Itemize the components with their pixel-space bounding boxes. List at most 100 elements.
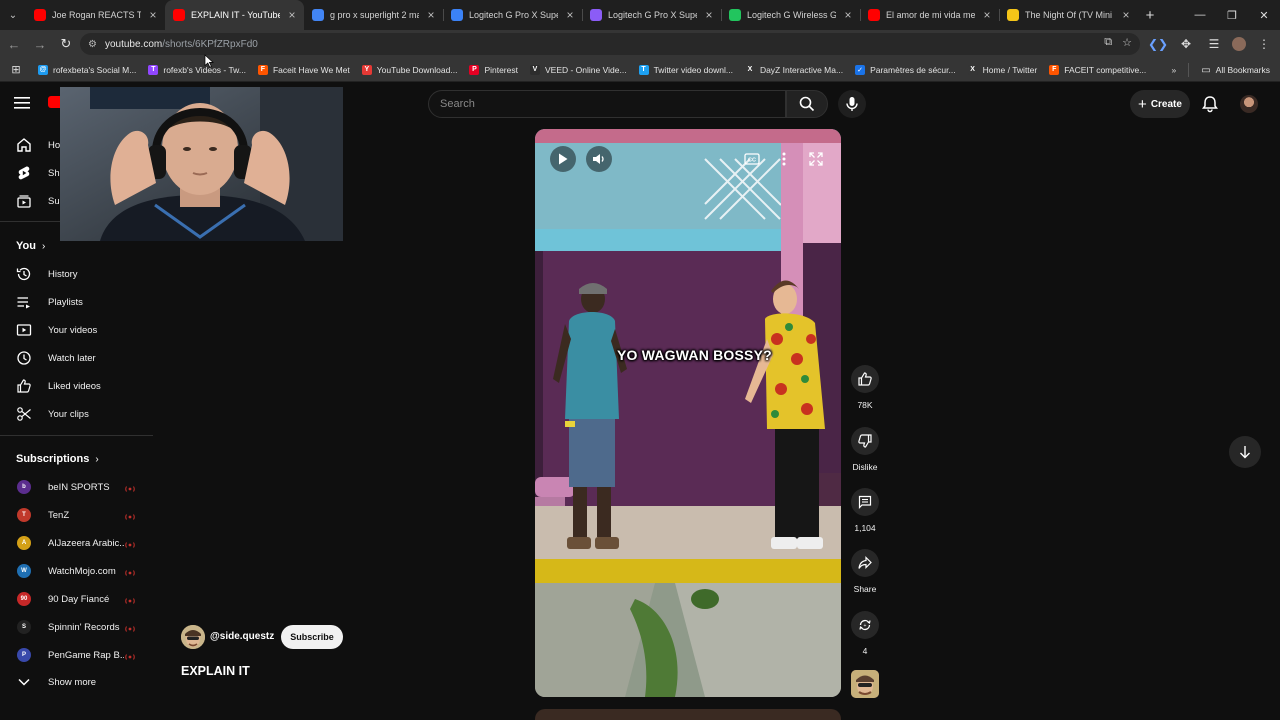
more-options-button[interactable]: [773, 146, 795, 172]
fullscreen-button[interactable]: [805, 146, 827, 172]
subscription-item[interactable]: P PenGame Rap B...: [0, 641, 153, 669]
subscription-item[interactable]: 90 90 Day Fiancé: [0, 585, 153, 613]
live-indicator-icon: [125, 540, 135, 548]
bookmark-item[interactable]: X DayZ Interactive Ma...: [739, 64, 849, 75]
bookmark-item[interactable]: @ rofexbeta's Social M...: [32, 64, 142, 75]
subscription-name: TenZ: [48, 509, 70, 521]
bookmark-item[interactable]: ✓ Paramètres de sécur...: [849, 64, 962, 75]
browser-tab[interactable]: Logitech G Pro X Superlig ×: [582, 0, 721, 30]
comments-button[interactable]: [851, 488, 879, 516]
notifications-bell-icon[interactable]: [1200, 94, 1220, 114]
browser-tab[interactable]: EXPLAIN IT - YouTube ×: [165, 0, 304, 30]
like-button[interactable]: [851, 365, 879, 393]
tab-close-icon[interactable]: ×: [564, 8, 576, 22]
next-short-button[interactable]: [1229, 436, 1261, 468]
browser-menu-icon[interactable]: ⋮: [1254, 37, 1274, 51]
subscriptions-icon: [16, 193, 32, 209]
voice-search-button[interactable]: [838, 90, 866, 118]
dislike-action: Dislike: [849, 427, 881, 472]
tab-close-icon[interactable]: ×: [842, 8, 854, 22]
remix-button[interactable]: +: [851, 611, 879, 639]
subscription-item[interactable]: W WatchMojo.com: [0, 557, 153, 585]
browser-tab[interactable]: Logitech G Pro X Superlig ×: [443, 0, 582, 30]
browser-tab[interactable]: g pro x superlight 2 marc ×: [304, 0, 443, 30]
tab-close-icon[interactable]: ×: [425, 8, 437, 22]
profile-avatar[interactable]: [1232, 37, 1246, 51]
bookmark-item[interactable]: Y YouTube Download...: [356, 64, 464, 75]
browser-tab[interactable]: El amor de mi vida me in ×: [860, 0, 999, 30]
subscription-item[interactable]: b beIN SPORTS: [0, 473, 153, 501]
browser-tab[interactable]: The Night Of (TV Mini Se ×: [999, 0, 1138, 30]
channel-avatar[interactable]: [181, 625, 205, 649]
extensions-puzzle-icon[interactable]: ✥: [1176, 37, 1196, 51]
new-tab-button[interactable]: +: [1138, 0, 1162, 30]
play-button[interactable]: [550, 146, 576, 172]
browser-tab[interactable]: Logitech G Wireless Gam ×: [721, 0, 860, 30]
search-icon: [799, 96, 815, 112]
webcam-overlay: [60, 87, 343, 241]
tab-close-icon[interactable]: ×: [286, 8, 298, 22]
subscribe-button[interactable]: Subscribe: [281, 625, 343, 649]
back-button[interactable]: ←: [2, 32, 26, 56]
subscription-item[interactable]: T TenZ: [0, 501, 153, 529]
sidebar-item-liked-videos[interactable]: Liked videos: [0, 372, 153, 400]
subscription-item[interactable]: S Spinnin' Records: [0, 613, 153, 641]
bookmark-item[interactable]: P Pinterest: [463, 64, 524, 75]
share-action: Share: [849, 549, 881, 594]
close-window-button[interactable]: ✕: [1248, 0, 1280, 30]
minimize-button[interactable]: —: [1184, 0, 1216, 30]
bookmark-item[interactable]: V VEED - Online Vide...: [524, 64, 633, 75]
tab-close-icon[interactable]: ×: [703, 8, 715, 22]
install-app-icon[interactable]: ⧉: [1104, 36, 1112, 49]
bookmark-label: FACEIT competitive...: [1064, 64, 1147, 75]
sidebar-item-your-clips[interactable]: Your clips: [0, 400, 153, 428]
sidebar-item-your-videos[interactable]: Your videos: [0, 316, 153, 344]
bookmark-item[interactable]: F FACEIT competitive...: [1043, 64, 1152, 75]
bookmark-item[interactable]: Trofexb's Videos - Tw...: [142, 64, 252, 75]
bookmark-star-icon[interactable]: ☆: [1122, 36, 1132, 49]
apps-grid-icon[interactable]: ⊞: [6, 63, 26, 76]
channel-avatar: A: [17, 536, 31, 550]
site-info-icon[interactable]: ⚙: [88, 39, 97, 50]
plus-icon: +: [1138, 95, 1147, 113]
media-controls-icon[interactable]: ☰: [1204, 37, 1224, 51]
sidebar-item-history[interactable]: History: [0, 260, 153, 288]
forward-button[interactable]: →: [28, 32, 52, 56]
search-button[interactable]: [786, 90, 828, 118]
dislike-button[interactable]: [851, 427, 879, 455]
sidebar-item-watch-later[interactable]: Watch later: [0, 344, 153, 372]
account-avatar[interactable]: [1240, 95, 1258, 113]
bookmark-item[interactable]: T Twitter video downl...: [633, 64, 739, 75]
subscriptions-section-header[interactable]: Subscriptions ›: [16, 453, 99, 465]
volume-button[interactable]: [586, 146, 612, 172]
show-more-button[interactable]: Show more: [0, 668, 153, 696]
tab-close-icon[interactable]: ×: [1120, 8, 1132, 22]
tab-search-button[interactable]: ⌄: [0, 0, 26, 30]
subscription-name: WatchMojo.com: [48, 565, 116, 577]
more-bookmarks-icon[interactable]: »: [1171, 65, 1176, 75]
reload-button[interactable]: ↻: [54, 32, 78, 56]
tab-close-icon[interactable]: ×: [981, 8, 993, 22]
all-bookmarks-folder[interactable]: ▭ All Bookmarks: [1201, 65, 1270, 76]
restore-button[interactable]: ❐: [1216, 0, 1248, 30]
subscription-item[interactable]: A AlJazeera Arabic...: [0, 529, 153, 557]
next-short-preview[interactable]: [535, 709, 841, 720]
browser-tab[interactable]: Joe Rogan REACTS TO Ru ×: [26, 0, 165, 30]
you-section-header[interactable]: You ›: [16, 240, 45, 252]
sound-source-thumbnail[interactable]: [849, 670, 881, 698]
create-button[interactable]: + Create: [1130, 90, 1190, 118]
bookmark-item[interactable]: F Faceit Have We Met: [252, 64, 356, 75]
sidebar-item-playlists[interactable]: Playlists: [0, 288, 153, 316]
channel-handle[interactable]: @side.questz: [210, 631, 274, 642]
share-button[interactable]: [851, 549, 879, 577]
home-icon: [16, 137, 32, 153]
address-bar[interactable]: ⚙ youtube.com/shorts/6KPfZRpxFd0 ⧉ ☆: [80, 33, 1140, 55]
tab-close-icon[interactable]: ×: [147, 8, 159, 22]
tab-title: Logitech G Wireless Gam: [747, 10, 836, 20]
shorts-player[interactable]: YO WAGWAN BOSSY? CC: [535, 129, 841, 697]
hamburger-menu-icon[interactable]: [14, 96, 34, 115]
bookmark-item[interactable]: X Home / Twitter: [962, 64, 1044, 75]
closed-captions-button[interactable]: CC: [741, 146, 763, 172]
extension-icon[interactable]: ❮❯: [1148, 37, 1168, 51]
search-input[interactable]: Search: [428, 90, 786, 118]
